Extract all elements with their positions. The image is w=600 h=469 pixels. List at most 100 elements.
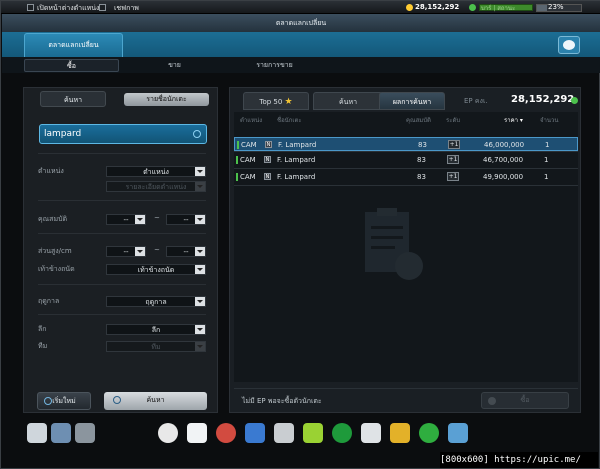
row-ability: 83 xyxy=(418,141,427,149)
results-panel: Top 50 ★ ค้นหา ผลการค้นหา EP คงเ. 28,152… xyxy=(229,87,581,413)
col-position[interactable]: ตำแหน่ง xyxy=(240,115,262,125)
row-qty: 1 xyxy=(544,156,549,164)
boots-icon[interactable] xyxy=(158,423,178,443)
ability-from-select[interactable]: -- xyxy=(106,214,146,225)
nation-flag-icon: N xyxy=(264,156,271,163)
progress-percent: 23% xyxy=(548,3,564,11)
col-level[interactable]: ระดับ xyxy=(446,115,460,125)
table-row[interactable]: CAM N F. Lampard 83 +1 46,700,000 1 xyxy=(234,153,578,167)
reset-button[interactable]: เริ่มใหม่ xyxy=(37,392,91,410)
status-marker xyxy=(236,156,238,164)
tab-player-name[interactable]: รายชื่อนักเตะ xyxy=(124,93,209,106)
position-select-value: ตำแหน่ง xyxy=(143,168,169,176)
row-position: CAM xyxy=(241,141,257,149)
foot-select[interactable]: เท้าข้างถนัด xyxy=(106,264,206,275)
settings-icon[interactable] xyxy=(27,423,47,443)
tab-buy[interactable]: ซื้อ xyxy=(24,59,119,72)
height-to-value: -- xyxy=(183,248,189,256)
tab-top50[interactable]: Top 50 ★ xyxy=(243,92,309,110)
status-marker xyxy=(236,173,238,181)
triangle-icon[interactable] xyxy=(303,423,323,443)
gold-icon[interactable] xyxy=(390,423,410,443)
club-icon[interactable] xyxy=(419,423,439,443)
ball-icon[interactable] xyxy=(216,423,236,443)
table-row[interactable]: CAM N F. Lampard 83 +1 49,900,000 1 xyxy=(234,170,578,184)
height-label: ส่วนสูง/cm xyxy=(38,247,72,255)
nation-flag-icon: N xyxy=(264,173,271,180)
search-icon[interactable] xyxy=(193,130,201,138)
buy-button-label: ซื้อ xyxy=(520,396,530,404)
row-position: CAM xyxy=(240,173,256,181)
tab-result[interactable]: ผลการค้นหา xyxy=(379,92,445,110)
league-select-value: ลีก xyxy=(151,326,161,334)
divider xyxy=(38,153,206,154)
badge-2000-icon[interactable] xyxy=(332,423,352,443)
ability-from-value: -- xyxy=(123,216,129,224)
divider xyxy=(38,284,206,285)
range-separator: ~ xyxy=(154,246,160,254)
tab-exchange-market[interactable]: ตลาดแลกเปลี่ยน xyxy=(24,33,123,57)
star-icon: ★ xyxy=(284,97,293,107)
tab-search-results[interactable]: ค้นหา xyxy=(313,92,383,110)
ep-value: 28,152,292 xyxy=(511,94,575,105)
coin-icon xyxy=(406,4,413,11)
col-name[interactable]: ชื่อนักเตะ xyxy=(277,115,302,125)
col-ability[interactable]: คุณสมบัติ xyxy=(406,115,431,125)
team-select-value: ทีม xyxy=(151,343,161,351)
coin-icon xyxy=(488,397,496,405)
search-button[interactable]: ค้นหา xyxy=(104,392,207,410)
row-qty: 1 xyxy=(545,141,550,149)
ep-icon xyxy=(469,4,476,11)
position-detail-select: รายละเอียดตำแหน่ง xyxy=(106,181,206,192)
reset-label: เริ่มใหม่ xyxy=(52,397,76,405)
row-ability: 83 xyxy=(417,156,426,164)
divider xyxy=(38,200,206,201)
ability-label: คุณสมบัติ xyxy=(38,215,68,223)
refresh-icon xyxy=(44,397,52,405)
save-link[interactable]: เชฟกาพ xyxy=(114,3,139,14)
mail-icon[interactable] xyxy=(75,423,95,443)
col-qty[interactable]: จำนวน xyxy=(540,115,558,125)
chevron-down-icon xyxy=(195,265,205,274)
height-to-select[interactable]: -- xyxy=(166,246,206,257)
save-checkbox[interactable] xyxy=(99,4,106,11)
window-toggle-checkbox[interactable] xyxy=(27,4,34,11)
league-select[interactable]: ลีก xyxy=(106,324,206,335)
home-icon xyxy=(563,40,575,50)
inventory-icon[interactable] xyxy=(51,423,71,443)
row-divider xyxy=(234,151,578,152)
cart-icon[interactable] xyxy=(448,423,468,443)
chevron-down-icon xyxy=(195,325,205,334)
chevron-down-icon xyxy=(195,297,205,306)
table-row[interactable]: CAM N F. Lampard 83 +1 46,000,000 1 xyxy=(234,137,578,151)
ep-icon xyxy=(571,97,578,104)
position-detail-value: รายละเอียดตำแหน่ง xyxy=(125,183,187,191)
tab-sell[interactable]: ขาย xyxy=(127,59,222,72)
chevron-down-icon xyxy=(135,215,145,224)
height-from-select[interactable]: -- xyxy=(106,246,146,257)
range-separator: ~ xyxy=(154,214,160,222)
card-icon[interactable] xyxy=(361,423,381,443)
tab-search[interactable]: ค้นหา xyxy=(40,91,106,107)
height-from-value: -- xyxy=(123,248,129,256)
trophy-icon[interactable] xyxy=(274,423,294,443)
chevron-down-icon xyxy=(195,247,205,256)
nation-flag-icon: N xyxy=(265,141,272,148)
position-select[interactable]: ตำแหน่ง xyxy=(106,166,206,177)
home-button[interactable] xyxy=(558,36,580,54)
season-select[interactable]: ฤดูกาล xyxy=(106,296,206,307)
col-price[interactable]: ราคา ▾ xyxy=(504,115,523,125)
season-label: ฤดูกาล xyxy=(38,297,60,305)
ability-to-select[interactable]: -- xyxy=(166,214,206,225)
open-window-link[interactable]: เปิดหน้าต่างตำแหน่ง xyxy=(37,3,99,14)
row-name: F. Lampard xyxy=(278,141,317,149)
chevron-down-icon xyxy=(135,247,145,256)
row-ability: 83 xyxy=(417,173,426,181)
tab-sale-list[interactable]: รายการขาย xyxy=(227,59,322,72)
wing-icon[interactable] xyxy=(245,423,265,443)
energy-text: บาร์ | สถานะ xyxy=(481,5,516,12)
shoe-icon[interactable] xyxy=(187,423,207,443)
search-input[interactable]: lampard xyxy=(39,124,207,144)
tab-top50-label: Top 50 xyxy=(259,98,283,106)
row-price: 46,000,000 xyxy=(484,141,525,149)
